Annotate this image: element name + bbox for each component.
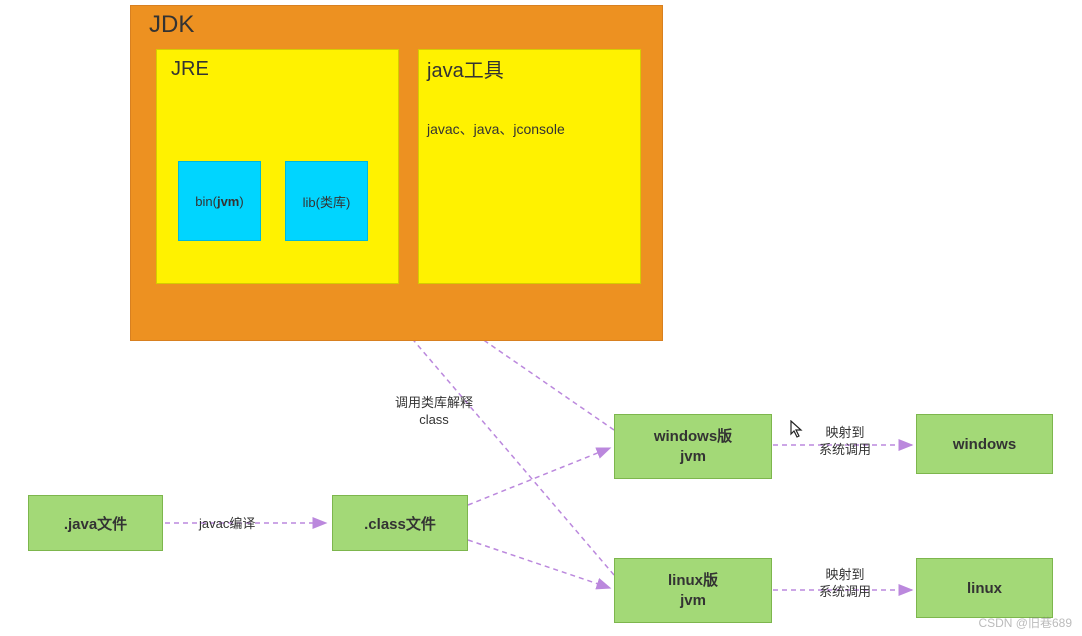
windows-jvm-box: windows版 jvm [614, 414, 772, 479]
class-file-label: .class文件 [364, 513, 436, 534]
edge-label-map-windows: 映射到 系统调用 [805, 425, 885, 459]
linux-os-box: linux [916, 558, 1053, 618]
linux-os-label: linux [967, 580, 1002, 597]
java-tools-container: java工具 javac、java、jconsole [418, 49, 641, 284]
lib-label: lib(类库) [303, 192, 351, 211]
windows-os-box: windows [916, 414, 1053, 474]
edge-label-map-linux: 映射到 系统调用 [805, 567, 885, 601]
edge-label-javac: javac编译 [199, 516, 255, 533]
bin-label: bin(jvm) [195, 194, 243, 209]
jdk-title: JDK [149, 11, 644, 39]
lib-box: lib(类库) [285, 161, 368, 241]
windows-os-label: windows [953, 436, 1016, 453]
java-file-label: .java文件 [64, 513, 127, 534]
class-file-box: .class文件 [332, 495, 468, 551]
linux-jvm-line2: jvm [668, 591, 718, 611]
tools-body: javac、java、jconsole [427, 119, 632, 139]
windows-jvm-line2: jvm [654, 447, 732, 467]
tools-title: java工具 [427, 54, 632, 83]
bin-jvm-box: bin(jvm) [178, 161, 261, 241]
jre-title: JRE [171, 58, 384, 81]
linux-jvm-box: linux版 jvm [614, 558, 772, 623]
watermark: CSDN @旧巷689 [978, 614, 1072, 631]
linux-jvm-line1: linux版 [668, 571, 718, 591]
java-file-box: .java文件 [28, 495, 163, 551]
edge-label-interpret: 调用类库解释 class [374, 395, 494, 429]
cursor-icon [790, 420, 804, 443]
windows-jvm-line1: windows版 [654, 427, 732, 447]
